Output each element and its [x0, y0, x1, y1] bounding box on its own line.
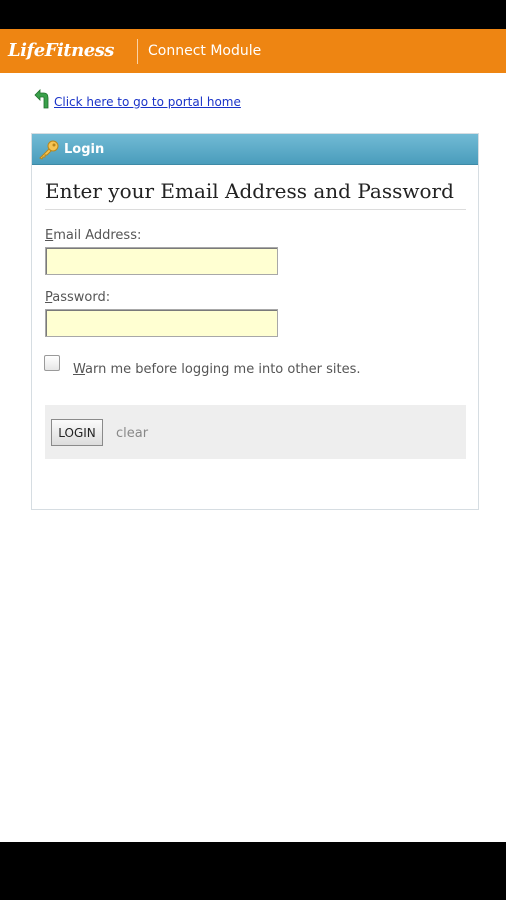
panel-title: Login: [64, 142, 105, 157]
navigation-bar: [0, 842, 506, 900]
heading-divider: [45, 209, 466, 210]
status-bar: [0, 0, 506, 29]
warn-checkbox-label: Warn me before logging me into other sit…: [73, 362, 361, 377]
back-arrow-icon: [34, 89, 49, 109]
module-title: Connect Module: [148, 43, 262, 59]
panel-titlebar: Login: [32, 134, 478, 165]
warn-label-access-key: W: [73, 362, 86, 377]
login-panel: Login Enter your Email Address and Passw…: [31, 133, 479, 510]
email-label: Email Address:: [45, 228, 141, 243]
button-bar: LOGIN clear: [45, 405, 466, 459]
warn-label-text: arn me before logging me into other site…: [85, 362, 361, 377]
key-icon: [39, 140, 59, 160]
email-input[interactable]: [45, 247, 278, 275]
login-button[interactable]: LOGIN: [51, 419, 103, 446]
app-header: LifeFitness Connect Module: [0, 29, 506, 73]
clear-link[interactable]: clear: [116, 426, 148, 441]
warn-checkbox[interactable]: [44, 355, 60, 371]
password-label: Password:: [45, 290, 110, 305]
password-label-text: assword:: [52, 290, 111, 305]
brand-logo: LifeFitness: [8, 40, 114, 61]
email-label-access-key: E: [45, 228, 54, 243]
form-heading: Enter your Email Address and Password: [45, 179, 454, 203]
portal-home-link[interactable]: Click here to go to portal home: [54, 95, 241, 109]
password-input[interactable]: [45, 309, 278, 337]
email-label-text: mail Address:: [53, 228, 142, 243]
header-divider: [137, 39, 138, 64]
